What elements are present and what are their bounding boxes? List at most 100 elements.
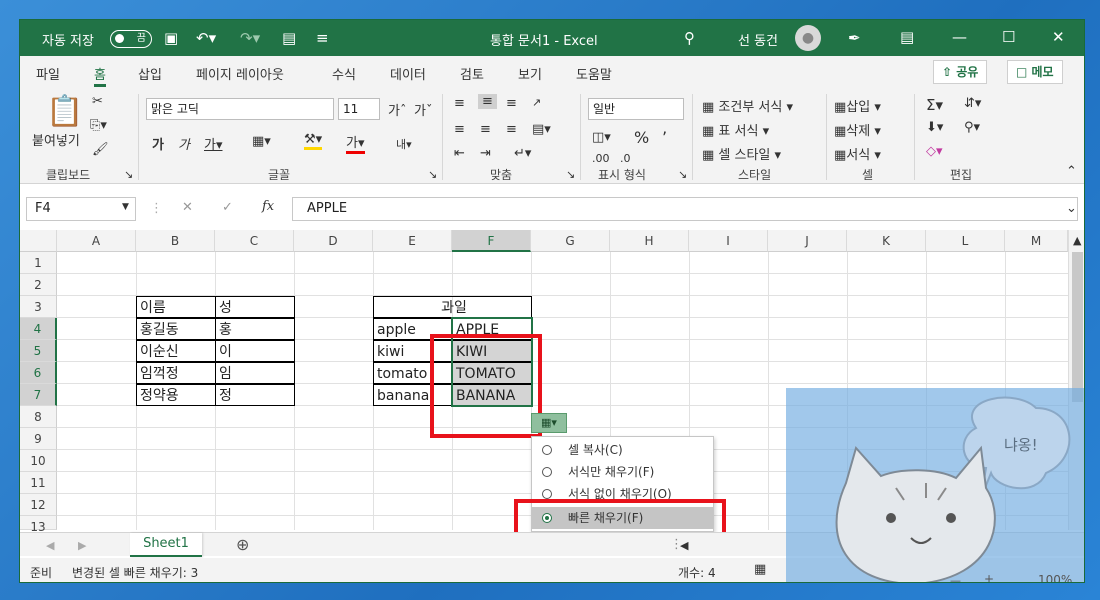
font-color-icon[interactable]: 가▾ (346, 132, 365, 154)
outdent-icon[interactable]: ⇤ (454, 146, 465, 161)
row-header-11[interactable]: 11 (20, 472, 57, 494)
insert-cells-button[interactable]: ▦삽입 ▾ (834, 96, 881, 115)
copy-icon[interactable]: ⎘▾ (90, 118, 107, 133)
clipboard-launcher-icon[interactable]: ↘ (124, 168, 133, 181)
zoom-level[interactable]: 100% (1038, 573, 1072, 582)
column-header-h[interactable]: H (610, 230, 689, 252)
row-header-6[interactable]: 6 (20, 362, 57, 384)
delete-cells-button[interactable]: ▦삭제 ▾ (834, 120, 881, 139)
align-bottom-icon[interactable]: ≡ (506, 96, 517, 111)
font-shrink-icon[interactable]: 가ˇ (414, 100, 432, 119)
next-sheet-icon[interactable]: ▶ (78, 539, 86, 552)
cell-c5[interactable]: 이 (215, 340, 295, 362)
add-sheet-icon[interactable]: ⊕ (236, 535, 249, 554)
tab-review[interactable]: 검토 (460, 64, 484, 83)
column-header-a[interactable]: A (57, 230, 136, 252)
select-all-corner[interactable] (20, 230, 57, 252)
scroll-left-icon[interactable]: ◀ (680, 539, 688, 552)
column-header-j[interactable]: J (768, 230, 847, 252)
conditional-format-button[interactable]: ▦ 조건부 서식 ▾ (702, 96, 793, 115)
insert-function-icon[interactable]: fx (262, 199, 274, 214)
tab-data[interactable]: 데이터 (390, 64, 426, 83)
column-header-l[interactable]: L (926, 230, 1005, 252)
bold-icon[interactable]: 가 (152, 134, 164, 153)
redo-icon[interactable]: ↷▾ (240, 29, 260, 47)
name-box-dropdown-icon[interactable]: ▼ (122, 202, 129, 212)
pen-icon[interactable]: ✒ (848, 29, 861, 47)
autosave-toggle[interactable]: 끔 (110, 30, 152, 48)
indent-icon[interactable]: ⇥ (480, 146, 491, 161)
paste-label[interactable]: 붙여넣기 (32, 130, 80, 149)
cell-styles-button[interactable]: ▦ 셀 스타일 ▾ (702, 144, 781, 163)
scroll-up-icon[interactable]: ▲ (1073, 234, 1081, 247)
column-header-g[interactable]: G (531, 230, 610, 252)
save-icon[interactable]: ▣ (164, 29, 178, 47)
row-header-2[interactable]: 2 (20, 274, 57, 296)
comments-button[interactable]: □ 메모 (1007, 60, 1063, 84)
menu-item-fill-formatting[interactable]: 서식만 채우기(F) (532, 461, 713, 483)
align-middle-icon[interactable]: ≡ (478, 94, 497, 109)
ribbon-display-icon[interactable]: ▤ (900, 28, 914, 46)
font-grow-icon[interactable]: 가ˆ (388, 100, 406, 119)
cell-b3[interactable]: 이름 (136, 296, 216, 318)
cut-icon[interactable]: ✂ (92, 94, 103, 109)
close-icon[interactable]: ✕ (1052, 28, 1065, 46)
menu-item-copy-cells[interactable]: 셀 복사(C) (532, 439, 713, 461)
collapse-ribbon-icon[interactable]: ⌃ (1066, 164, 1077, 179)
zoom-minus-icon[interactable]: — (950, 574, 961, 582)
font-size-select[interactable]: 11 (338, 98, 380, 120)
column-header-b[interactable]: B (136, 230, 215, 252)
name-box[interactable]: F4 (26, 197, 136, 221)
border-icon[interactable]: ▦▾ (252, 134, 271, 149)
column-header-d[interactable]: D (294, 230, 373, 252)
fill-color-icon[interactable]: ⚒▾ (304, 132, 323, 150)
touch-mode-icon[interactable]: ▤ (282, 29, 296, 47)
prev-sheet-icon[interactable]: ◀ (46, 539, 54, 552)
maximize-icon[interactable]: ☐ (1002, 28, 1015, 46)
font-launcher-icon[interactable]: ↘ (428, 168, 437, 181)
fill-icon[interactable]: ⬇▾ (926, 120, 943, 135)
column-header-e[interactable]: E (373, 230, 452, 252)
align-top-icon[interactable]: ≡ (454, 96, 465, 111)
tab-view[interactable]: 보기 (518, 64, 542, 83)
row-header-5[interactable]: 5 (20, 340, 57, 362)
share-button[interactable]: ⇧ 공유 (933, 60, 988, 84)
align-center-icon[interactable]: ≡ (480, 122, 491, 137)
row-header-7[interactable]: 7 (20, 384, 57, 406)
underline-icon[interactable]: 가▾ (204, 134, 223, 153)
sort-filter-icon[interactable]: ⇵▾ (964, 96, 981, 111)
font-name-select[interactable]: 맑은 고딕 (146, 98, 334, 120)
comma-icon[interactable]: ’ (662, 128, 667, 147)
zoom-plus-icon[interactable]: + (984, 572, 994, 582)
wrap-text-icon[interactable]: ↵▾ (514, 146, 531, 161)
orientation-icon[interactable]: ↗ (532, 96, 541, 109)
search-icon[interactable]: ⚲ (684, 29, 695, 47)
scroll-thumb[interactable] (1072, 252, 1083, 402)
undo-icon[interactable]: ↶▾ (196, 29, 216, 47)
expand-formula-icon[interactable]: ⌄ (1066, 201, 1077, 216)
minimize-icon[interactable]: — (952, 28, 967, 46)
cell-b6[interactable]: 임꺽정 (136, 362, 216, 384)
format-as-table-button[interactable]: ▦ 표 서식 ▾ (702, 120, 769, 139)
alignment-launcher-icon[interactable]: ↘ (566, 168, 575, 181)
cell-c4[interactable]: 홍 (215, 318, 295, 340)
cell-e3-f3[interactable]: 과일 (373, 296, 532, 318)
percent-icon[interactable]: % (634, 128, 649, 147)
align-left-icon[interactable]: ≡ (454, 122, 465, 137)
tab-page-layout[interactable]: 페이지 레이아웃 (196, 64, 284, 83)
sheet-tab-sheet1[interactable]: Sheet1 (130, 533, 202, 557)
tab-file[interactable]: 파일 (36, 64, 60, 83)
autosum-icon[interactable]: Σ▾ (926, 96, 943, 114)
tab-home[interactable]: 홈 (94, 64, 106, 87)
format-cells-button[interactable]: ▦서식 ▾ (834, 144, 881, 163)
increase-decimal-icon[interactable]: .00 (592, 152, 610, 165)
decrease-decimal-icon[interactable]: .0 (620, 152, 631, 165)
row-header-12[interactable]: 12 (20, 494, 57, 516)
autofill-options-button[interactable]: ▦▾ (531, 413, 567, 433)
cell-c3[interactable]: 성 (215, 296, 295, 318)
clear-icon[interactable]: ◇▾ (926, 144, 943, 159)
format-painter-icon[interactable]: 🖌 (92, 142, 109, 157)
find-icon[interactable]: ⚲▾ (964, 120, 980, 135)
merge-icon[interactable]: ▤▾ (532, 122, 551, 137)
cell-c7[interactable]: 정 (215, 384, 295, 406)
